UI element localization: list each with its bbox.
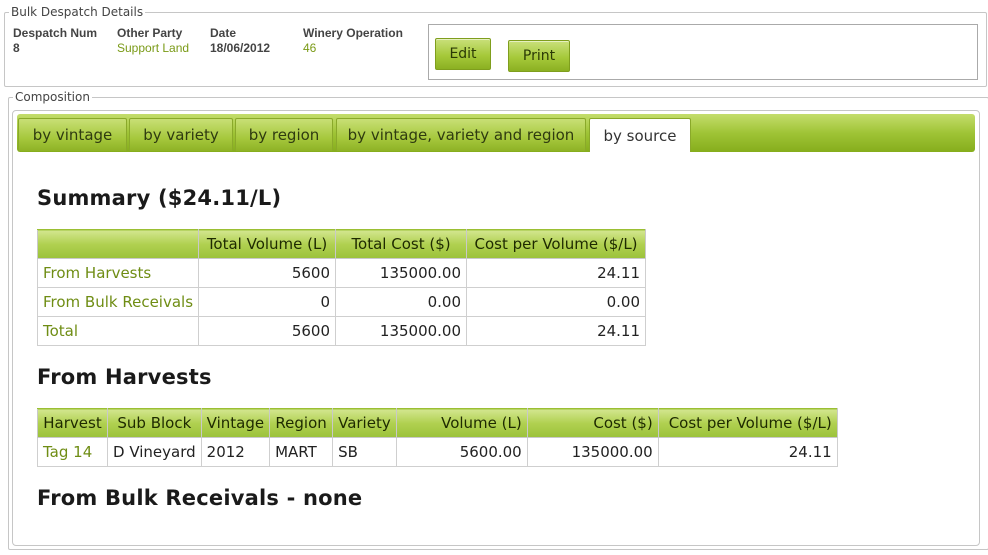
despatch-num-label: Despatch Num	[13, 26, 98, 40]
summary-col-label	[36, 229, 200, 259]
print-button[interactable]: Print	[508, 40, 570, 72]
harvests-col-region: Region	[269, 408, 334, 438]
summary-cost-cell: 135000.00	[335, 316, 468, 346]
volume-cell: 5600.00	[395, 437, 528, 467]
harvests-heading: From Harvests	[37, 365, 212, 389]
composition-legend: Composition	[15, 90, 90, 104]
summary-header-row: Total Volume (L) Total Cost ($) Cost per…	[36, 229, 647, 259]
edit-button[interactable]: Edit	[435, 38, 491, 70]
date-value: 18/06/2012	[210, 41, 271, 55]
table-row: Tag 14 D Vineyard 2012 MART SB 5600.00 1…	[37, 437, 838, 467]
table-row: From Harvests 5600 135000.00 24.11	[36, 258, 647, 288]
summary-volume-cell: 0	[198, 287, 337, 317]
other-party-field: Other Party Support Land	[117, 26, 189, 56]
composition-panel: by vintage by variety by region by vinta…	[12, 110, 980, 546]
summary-cpv-cell: 24.11	[466, 316, 647, 346]
summary-col-cost: Total Cost ($)	[335, 229, 468, 259]
summary-cost-cell: 135000.00	[335, 258, 468, 288]
winery-operation-link[interactable]: 46	[303, 41, 403, 56]
harvests-col-sub-block: Sub Block	[107, 408, 202, 438]
tab-by-region[interactable]: by region	[235, 118, 333, 151]
harvests-col-cost: Cost ($)	[526, 408, 659, 438]
summary-cpv-cell: 0.00	[466, 287, 647, 317]
despatch-num-value: 8	[13, 41, 20, 55]
harvests-col-variety: Variety	[332, 408, 397, 438]
summary-heading: Summary ($24.11/L)	[37, 186, 282, 210]
variety-cell: SB	[332, 437, 397, 467]
summary-cpv-cell: 24.11	[466, 258, 647, 288]
table-row: Total 5600 135000.00 24.11	[36, 316, 647, 346]
date-label: Date	[210, 26, 237, 40]
summary-row-label-link[interactable]: From Bulk Receivals	[36, 287, 200, 317]
summary-row-label-link[interactable]: From Harvests	[36, 258, 200, 288]
details-legend: Bulk Despatch Details	[11, 5, 144, 19]
winery-operation-label: Winery Operation	[303, 26, 403, 40]
cost-cell: 135000.00	[526, 437, 659, 467]
summary-col-cpv: Cost per Volume ($/L)	[466, 229, 647, 259]
harvests-col-harvest: Harvest	[37, 408, 108, 438]
summary-row-label-link[interactable]: Total	[36, 316, 200, 346]
region-cell: MART	[269, 437, 334, 467]
summary-table: Total Volume (L) Total Cost ($) Cost per…	[36, 229, 647, 346]
vintage-cell: 2012	[200, 437, 271, 467]
composition-tab-bar: by vintage by variety by region by vinta…	[17, 114, 975, 152]
action-button-panel: Edit Print	[428, 24, 978, 80]
winery-operation-field: Winery Operation 46	[303, 26, 403, 56]
harvests-table: Harvest Sub Block Vintage Region Variety…	[37, 408, 838, 467]
tab-by-vintage-variety-region[interactable]: by vintage, variety and region	[336, 118, 586, 151]
harvests-col-vintage: Vintage	[200, 408, 271, 438]
receivals-heading: From Bulk Receivals - none	[37, 486, 363, 510]
tab-by-source[interactable]: by source	[589, 118, 691, 152]
summary-volume-cell: 5600	[198, 316, 337, 346]
table-row: From Bulk Receivals 0 0.00 0.00	[36, 287, 647, 317]
harvests-col-cpv: Cost per Volume ($/L)	[657, 408, 838, 438]
summary-cost-cell: 0.00	[335, 287, 468, 317]
harvests-header-row: Harvest Sub Block Vintage Region Variety…	[37, 408, 838, 438]
harvest-tag-link[interactable]: Tag 14	[37, 437, 108, 467]
other-party-label: Other Party	[117, 26, 183, 40]
harvests-col-volume: Volume (L)	[395, 408, 528, 438]
summary-volume-cell: 5600	[198, 258, 337, 288]
despatch-num-field: Despatch Num 8	[13, 26, 97, 56]
date-field: Date 18/06/2012	[210, 26, 270, 56]
cpv-cell: 24.11	[657, 437, 838, 467]
tab-by-variety[interactable]: by variety	[129, 118, 233, 151]
sub-block-cell: D Vineyard	[107, 437, 202, 467]
tab-by-vintage[interactable]: by vintage	[18, 118, 127, 151]
other-party-link[interactable]: Support Land	[117, 41, 189, 56]
summary-col-volume: Total Volume (L)	[198, 229, 337, 259]
